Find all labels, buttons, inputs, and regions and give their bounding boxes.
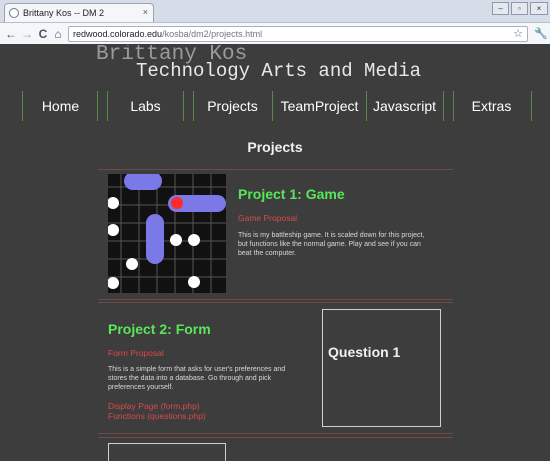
form-preview-title: Question 1 [328,344,401,360]
nav-projects[interactable]: Projects [194,91,271,121]
desc-line: This is my battleship game. It is scaled… [238,232,425,239]
nav-divider [531,91,532,121]
nav-home[interactable]: Home [23,91,98,121]
nav-divider [183,91,184,121]
desc-line: beat the computer. [238,250,296,257]
form-preview-box[interactable]: Question 1 [322,309,441,427]
main-nav: Home Labs Projects TeamProject Javascrip… [22,91,542,121]
game-proposal-link[interactable]: Game Proposal [238,213,297,223]
reload-icon[interactable]: C [35,26,51,42]
address-bar[interactable]: redwood.colorado.edu/kosba/dm2/projects.… [68,26,528,42]
nav-divider [443,91,444,121]
nav-labs[interactable]: Labs [108,91,183,121]
next-project-thumbnail[interactable] [108,443,226,461]
bookmark-star-icon[interactable]: ☆ [513,27,523,41]
restore-button[interactable]: ▫ [511,2,528,15]
desc-line: This is a simple form that asks for user… [108,366,286,373]
globe-icon [9,8,19,18]
desc-line: stores the data into a database. Go thro… [108,375,272,382]
browser-chrome: Brittany Kos -- DM 2 × – ▫ × ← → C ⌂ red… [0,0,550,44]
battleship-board [108,174,226,293]
url-path: /kosba/dm2/projects.html [162,29,263,39]
battleship-thumbnail[interactable] [108,174,226,293]
desc-line: but functions like the normal game. Play… [238,241,421,248]
site-subtitle: Technology Arts and Media [136,60,422,82]
close-window-button[interactable]: × [530,2,548,15]
project2-description: This is a simple form that asks for user… [108,365,285,392]
browser-tab[interactable]: Brittany Kos -- DM 2 × [4,3,154,22]
browser-toolbar: ← → C ⌂ redwood.colorado.edu/kosba/dm2/p… [0,22,550,44]
nav-divider [97,91,98,121]
divider [98,437,453,438]
wrench-icon[interactable]: 🔧 [534,26,548,42]
nav-extras[interactable]: Extras [454,91,529,121]
nav-teamproject[interactable]: TeamProject [273,91,366,121]
display-page-link[interactable]: Display Page (form.php) [108,401,200,411]
forward-icon[interactable]: → [19,26,35,42]
tab-close-icon[interactable]: × [143,7,148,17]
divider [98,433,453,434]
back-icon[interactable]: ← [3,26,19,42]
divider [98,299,453,300]
project2-title: Project 2: Form [108,321,211,337]
form-proposal-link[interactable]: Form Proposal [108,348,164,358]
divider [98,169,453,170]
project1-title: Project 1: Game [238,186,345,202]
functions-link[interactable]: Functions (questions.php) [108,411,206,421]
minimize-button[interactable]: – [492,2,509,15]
tab-title: Brittany Kos -- DM 2 [23,8,105,18]
page-content: Brittany Kos Technology Arts and Media H… [0,45,550,461]
desc-line: preferences yourself. [108,384,174,391]
project1-description: This is my battleship game. It is scaled… [238,231,424,258]
page-title: Projects [247,139,303,155]
home-icon[interactable]: ⌂ [50,26,66,42]
url-host: redwood.colorado.edu [73,29,163,39]
divider [98,302,453,303]
nav-javascript[interactable]: Javascript [367,91,442,121]
